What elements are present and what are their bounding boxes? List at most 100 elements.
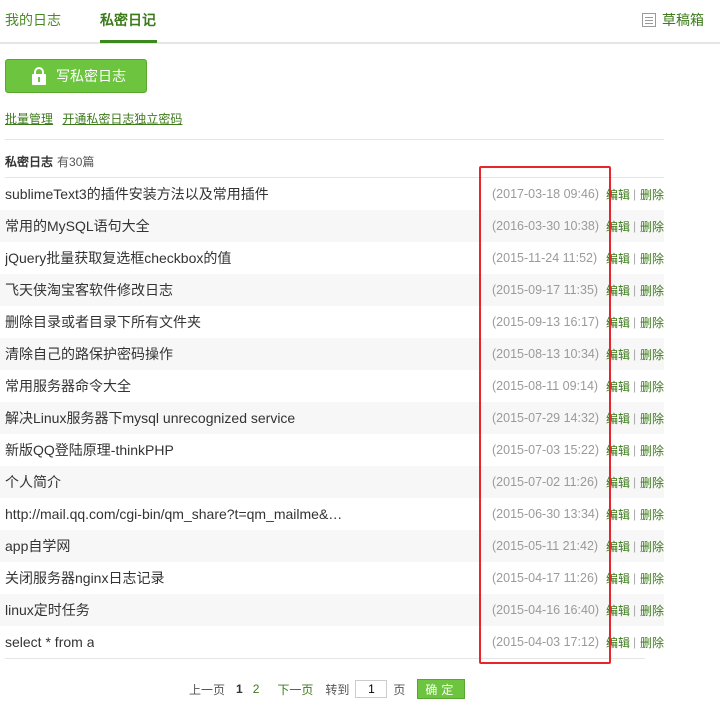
action-separator: |: [633, 347, 637, 361]
edit-link[interactable]: 编辑: [606, 314, 630, 331]
edit-link[interactable]: 编辑: [606, 634, 630, 651]
list-item: jQuery批量获取复选框checkbox的值 (2015-11-24 11:52…: [0, 242, 664, 274]
diary-date: (2015-11-24 11:52): [492, 251, 598, 265]
delete-link[interactable]: 删除: [640, 410, 664, 427]
diary-title-link[interactable]: app自学网: [5, 536, 70, 556]
diary-title-link[interactable]: 常用服务器命令大全: [5, 376, 131, 396]
diary-title-link[interactable]: 常用的MySQL语句大全: [5, 216, 150, 236]
delete-link[interactable]: 删除: [640, 506, 664, 523]
list-item: sublimeText3的插件安装方法以及常用插件 (2017-03-18 09:…: [0, 178, 664, 210]
delete-link[interactable]: 删除: [640, 314, 664, 331]
diary-title-link[interactable]: jQuery批量获取复选框checkbox的值: [5, 248, 231, 268]
diary-title-link[interactable]: 清除自己的路保护密码操作: [5, 344, 173, 364]
next-page-link[interactable]: 下一页: [277, 681, 313, 698]
active-tab-indicator: [100, 40, 157, 43]
diary-title-link[interactable]: 关闭服务器nginx日志记录: [5, 568, 164, 588]
delete-link[interactable]: 删除: [640, 378, 664, 395]
drafts-label: 草稿箱: [662, 12, 704, 28]
edit-link[interactable]: 编辑: [606, 474, 630, 491]
page-2-link[interactable]: 2: [253, 682, 260, 696]
lock-icon: [32, 67, 46, 85]
divider: [5, 139, 664, 140]
diary-date: (2015-05-11 21:42): [492, 539, 599, 553]
list-item: 解决Linux服务器下mysql unrecognized service (20…: [0, 402, 664, 434]
diary-date: (2015-07-29 14:32): [492, 411, 600, 425]
edit-link[interactable]: 编辑: [606, 410, 630, 427]
tab-my-diary[interactable]: 我的日志: [5, 10, 61, 30]
delete-link[interactable]: 删除: [640, 282, 664, 299]
diary-title-link[interactable]: linux定时任务: [5, 600, 90, 620]
current-page: 1: [236, 682, 243, 696]
diary-date: (2015-09-13 16:17): [492, 315, 600, 329]
tab-private-diary[interactable]: 私密日记: [100, 10, 156, 30]
diary-date: (2015-08-13 10:34): [492, 347, 600, 361]
edit-link[interactable]: 编辑: [606, 442, 630, 459]
diary-date: (2015-04-17 11:26): [492, 571, 599, 585]
edit-link[interactable]: 编辑: [606, 602, 630, 619]
diary-date: (2015-04-16 16:40): [492, 603, 600, 617]
diary-date: (2015-07-02 11:26): [492, 475, 599, 489]
confirm-button[interactable]: 确定: [417, 679, 466, 699]
delete-link[interactable]: 删除: [640, 474, 664, 491]
edit-link[interactable]: 编辑: [606, 378, 630, 395]
batch-manage-link[interactable]: 批量管理: [5, 112, 53, 126]
action-separator: |: [633, 251, 637, 265]
edit-link[interactable]: 编辑: [606, 218, 630, 235]
diary-title-link[interactable]: 删除目录或者目录下所有文件夹: [5, 312, 201, 332]
diary-title-link[interactable]: 解决Linux服务器下mysql unrecognized service: [5, 408, 295, 428]
list-header: 私密日志 有30篇: [5, 153, 94, 170]
list-item: 飞天侠淘宝客软件修改日志 (2015-09-17 11:35) 编辑 | 删除: [0, 274, 664, 306]
list-title: 私密日志: [5, 155, 54, 169]
diary-title-link[interactable]: sublimeText3的插件安装方法以及常用插件: [5, 184, 269, 204]
drafts-link[interactable]: 草稿箱: [642, 10, 704, 30]
action-separator: |: [633, 219, 637, 233]
edit-link[interactable]: 编辑: [606, 186, 630, 203]
list-item: select * from a (2015-04-03 17:12) 编辑 | 删除: [0, 626, 664, 658]
delete-link[interactable]: 删除: [640, 442, 664, 459]
open-password-link[interactable]: 开通私密日志独立密码: [62, 112, 182, 126]
diary-title-link[interactable]: 飞天侠淘宝客软件修改日志: [5, 280, 173, 300]
diary-date: (2017-03-18 09:46): [492, 187, 600, 201]
action-separator: |: [633, 635, 637, 649]
edit-link[interactable]: 编辑: [606, 538, 630, 555]
diary-date: (2015-07-03 15:22): [492, 443, 600, 457]
action-separator: |: [633, 507, 637, 521]
diary-title-link[interactable]: http://mail.qq.com/cgi-bin/qm_share?t=qm…: [5, 506, 342, 522]
list-item: 新版QQ登陆原理-thinkPHP (2015-07-03 15:22) 编辑 | 删除: [0, 434, 664, 466]
drafts-box-icon: [642, 13, 656, 27]
diary-title-link[interactable]: 新版QQ登陆原理-thinkPHP: [5, 440, 174, 460]
delete-link[interactable]: 删除: [640, 602, 664, 619]
delete-link[interactable]: 删除: [640, 346, 664, 363]
list-item: 清除自己的路保护密码操作 (2015-08-13 10:34) 编辑 | 删除: [0, 338, 664, 370]
diary-date: (2015-09-17 11:35): [492, 283, 599, 297]
delete-link[interactable]: 删除: [640, 250, 664, 267]
delete-link[interactable]: 删除: [640, 538, 664, 555]
delete-link[interactable]: 删除: [640, 186, 664, 203]
edit-link[interactable]: 编辑: [606, 570, 630, 587]
delete-link[interactable]: 删除: [640, 218, 664, 235]
action-links: 批量管理 开通私密日志独立密码: [5, 110, 188, 127]
diary-date: (2016-03-30 10:38): [492, 219, 600, 233]
action-separator: |: [633, 411, 637, 425]
page-number-input[interactable]: [355, 680, 388, 698]
list-item: app自学网 (2015-05-11 21:42) 编辑 | 删除: [0, 530, 664, 562]
action-separator: |: [633, 315, 637, 329]
write-private-diary-label: 写私密日志: [56, 68, 126, 84]
edit-link[interactable]: 编辑: [606, 506, 630, 523]
write-private-diary-button[interactable]: 写私密日志: [5, 59, 147, 93]
pagination: 上一页 1 2 下一页 转到 页 确定: [189, 679, 466, 699]
edit-link[interactable]: 编辑: [606, 346, 630, 363]
delete-link[interactable]: 删除: [640, 570, 664, 587]
action-separator: |: [633, 603, 637, 617]
diary-list: sublimeText3的插件安装方法以及常用插件 (2017-03-18 09:…: [0, 178, 664, 658]
diary-date: (2015-08-11 09:14): [492, 379, 599, 393]
action-separator: |: [633, 379, 637, 393]
page-unit-label: 页: [393, 682, 406, 697]
diary-date: (2015-04-03 17:12): [492, 635, 600, 649]
diary-title-link[interactable]: 个人简介: [5, 472, 61, 492]
diary-title-link[interactable]: select * from a: [5, 634, 94, 650]
edit-link[interactable]: 编辑: [606, 250, 630, 267]
edit-link[interactable]: 编辑: [606, 282, 630, 299]
list-item: linux定时任务 (2015-04-16 16:40) 编辑 | 删除: [0, 594, 664, 626]
delete-link[interactable]: 删除: [640, 634, 664, 651]
